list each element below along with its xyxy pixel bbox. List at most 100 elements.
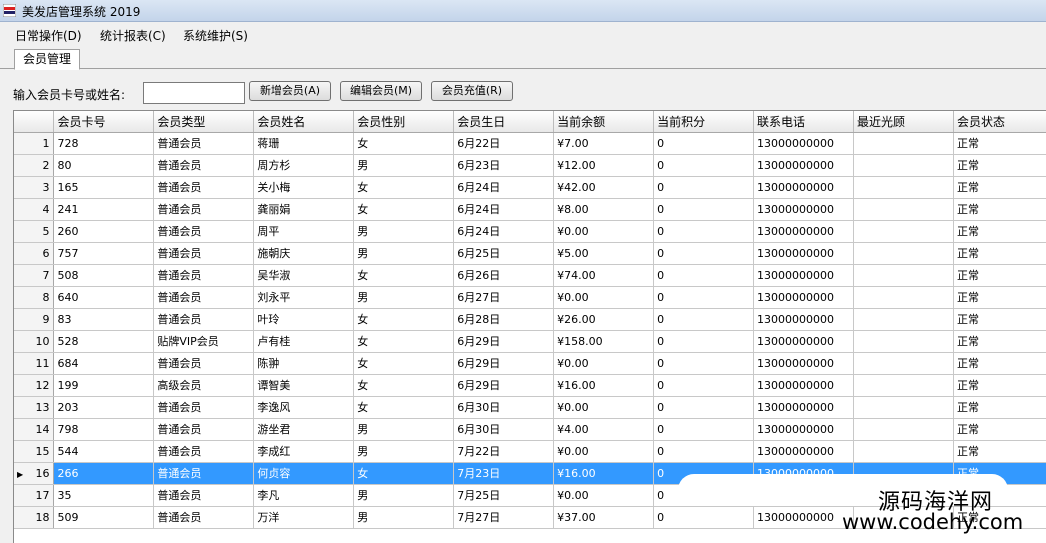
column-header[interactable]: 当前余额 — [553, 111, 655, 133]
table-cell[interactable]: ¥7.00 — [553, 132, 655, 155]
table-cell[interactable] — [853, 154, 954, 177]
table-cell[interactable]: 0 — [653, 176, 755, 199]
table-cell[interactable]: 165 — [53, 176, 155, 199]
table-cell[interactable]: 关小梅 — [253, 176, 355, 199]
edit-member-button[interactable]: 编辑会员(M) — [340, 81, 422, 101]
column-header[interactable]: 会员状态 — [953, 111, 1046, 133]
table-cell[interactable]: 女 — [353, 330, 455, 353]
table-cell[interactable]: 普通会员 — [153, 198, 255, 221]
table-cell[interactable]: 6月24日 — [453, 220, 555, 243]
table-cell[interactable]: 男 — [353, 440, 455, 463]
table-row[interactable]: 8 640 普通会员 刘永平男 6月27日 ¥0.00 0 13000000000 正常 — [14, 286, 1046, 309]
table-cell[interactable]: 0 — [653, 264, 755, 287]
table-cell[interactable]: 260 — [53, 220, 155, 243]
table-cell[interactable]: 80 — [53, 154, 155, 177]
table-cell[interactable]: 0 — [653, 374, 755, 397]
table-cell[interactable]: 0 — [653, 440, 755, 463]
row-header[interactable]: 1 — [14, 132, 55, 155]
table-cell[interactable]: 203 — [53, 396, 155, 419]
table-cell[interactable]: ¥0.00 — [553, 220, 655, 243]
table-cell[interactable]: ¥42.00 — [553, 176, 655, 199]
table-cell[interactable]: 0 — [653, 198, 755, 221]
table-cell[interactable]: 正常 — [953, 132, 1046, 155]
table-cell[interactable]: ¥0.00 — [553, 396, 655, 419]
table-cell[interactable]: 李逸风 — [253, 396, 355, 419]
column-header[interactable]: 会员卡号 — [53, 111, 155, 133]
table-cell[interactable]: 6月25日 — [453, 242, 555, 265]
table-cell[interactable]: 男 — [353, 484, 455, 507]
table-cell[interactable]: 757 — [53, 242, 155, 265]
table-cell[interactable] — [853, 264, 954, 287]
table-row[interactable]: 2 80 普通会员 周方杉男 6月23日 ¥12.00 0 13000000000 正常 — [14, 154, 1046, 177]
table-cell[interactable]: 男 — [353, 242, 455, 265]
table-cell[interactable]: ¥158.00 — [553, 330, 655, 353]
table-cell[interactable]: 13000000000 — [753, 198, 855, 221]
table-row[interactable]: 13 203 普通会员 李逸风女 6月30日 ¥0.00 0 13000000000 正常 — [14, 396, 1046, 419]
menu-daily-operations[interactable]: 日常操作(D) — [15, 27, 82, 44]
table-row[interactable]: 3 165 普通会员 关小梅女 6月24日 ¥42.00 0 13000000000 正常 — [14, 176, 1046, 199]
table-cell[interactable] — [853, 330, 954, 353]
table-cell[interactable] — [853, 440, 954, 463]
tab-member-management[interactable]: 会员管理 — [14, 49, 81, 70]
table-cell[interactable] — [853, 418, 954, 441]
column-header[interactable]: 联系电话 — [753, 111, 855, 133]
row-header[interactable]: 11 — [14, 352, 55, 375]
table-cell[interactable]: 正常 — [953, 330, 1046, 353]
table-cell[interactable]: 509 — [53, 506, 155, 529]
table-row[interactable]: 11 684 普通会员 陈翀女 6月29日 ¥0.00 0 13000000000 正常 — [14, 352, 1046, 375]
table-cell[interactable]: 正常 — [953, 396, 1046, 419]
table-cell[interactable]: 13000000000 — [753, 440, 855, 463]
table-cell[interactable]: 李成红 — [253, 440, 355, 463]
table-cell[interactable]: 6月27日 — [453, 286, 555, 309]
table-cell[interactable]: 男 — [353, 154, 455, 177]
table-cell[interactable]: 李凡 — [253, 484, 355, 507]
table-cell[interactable]: 普通会员 — [153, 242, 255, 265]
table-row[interactable]: 5 260 普通会员 周平男 6月24日 ¥0.00 0 13000000000 正常 — [14, 220, 1046, 243]
menu-system-maintenance[interactable]: 系统维护(S) — [183, 27, 248, 44]
table-cell[interactable]: 7月25日 — [453, 484, 555, 507]
table-cell[interactable]: ¥8.00 — [553, 198, 655, 221]
table-row[interactable]: 10 528 贴牌VIP会员 卢有桂女 6月29日 ¥158.00 0 13000000000… — [14, 330, 1046, 353]
row-header[interactable]: 7 — [14, 264, 55, 287]
table-cell[interactable]: 普通会员 — [153, 352, 255, 375]
table-cell[interactable]: 728 — [53, 132, 155, 155]
table-cell[interactable]: 女 — [353, 132, 455, 155]
table-cell[interactable]: 正常 — [953, 418, 1046, 441]
table-cell[interactable]: 13000000000 — [753, 330, 855, 353]
table-cell[interactable]: 周方杉 — [253, 154, 355, 177]
table-cell[interactable]: 35 — [53, 484, 155, 507]
row-header[interactable]: 5 — [14, 220, 55, 243]
table-cell[interactable]: 女 — [353, 308, 455, 331]
table-cell[interactable]: 正常 — [953, 154, 1046, 177]
table-cell[interactable]: 13000000000 — [753, 242, 855, 265]
table-cell[interactable]: ¥5.00 — [553, 242, 655, 265]
table-cell[interactable]: 13000000000 — [753, 418, 855, 441]
table-cell[interactable]: 0 — [653, 308, 755, 331]
table-cell[interactable] — [853, 286, 954, 309]
table-cell[interactable]: 0 — [653, 506, 755, 529]
table-cell[interactable]: 6月30日 — [453, 396, 555, 419]
column-header[interactable]: 最近光顾 — [853, 111, 954, 133]
column-header[interactable]: 会员性别 — [353, 111, 455, 133]
table-cell[interactable]: 周平 — [253, 220, 355, 243]
table-row[interactable]: 15 544 普通会员 李成红男 7月22日 ¥0.00 0 13000000000 正常 — [14, 440, 1046, 463]
row-header[interactable]: 6 — [14, 242, 55, 265]
row-header[interactable]: 4 — [14, 198, 55, 221]
row-header[interactable]: 9 — [14, 308, 55, 331]
table-cell[interactable]: 叶玲 — [253, 308, 355, 331]
row-header[interactable]: 18 — [14, 506, 55, 529]
table-cell[interactable] — [853, 242, 954, 265]
table-row[interactable]: 9 83 普通会员 叶玲女 6月28日 ¥26.00 0 13000000000 正常 — [14, 308, 1046, 331]
table-cell[interactable]: 普通会员 — [153, 506, 255, 529]
table-cell[interactable]: 正常 — [953, 176, 1046, 199]
menu-statistics-reports[interactable]: 统计报表(C) — [100, 27, 166, 44]
row-header[interactable]: 8 — [14, 286, 55, 309]
table-cell[interactable]: 0 — [653, 132, 755, 155]
table-cell[interactable]: 508 — [53, 264, 155, 287]
table-cell[interactable]: 谭智美 — [253, 374, 355, 397]
table-cell[interactable]: 241 — [53, 198, 155, 221]
table-cell[interactable]: 13000000000 — [753, 506, 855, 529]
row-header[interactable]: 12 — [14, 374, 55, 397]
table-cell[interactable]: 女 — [353, 396, 455, 419]
table-cell[interactable] — [853, 220, 954, 243]
